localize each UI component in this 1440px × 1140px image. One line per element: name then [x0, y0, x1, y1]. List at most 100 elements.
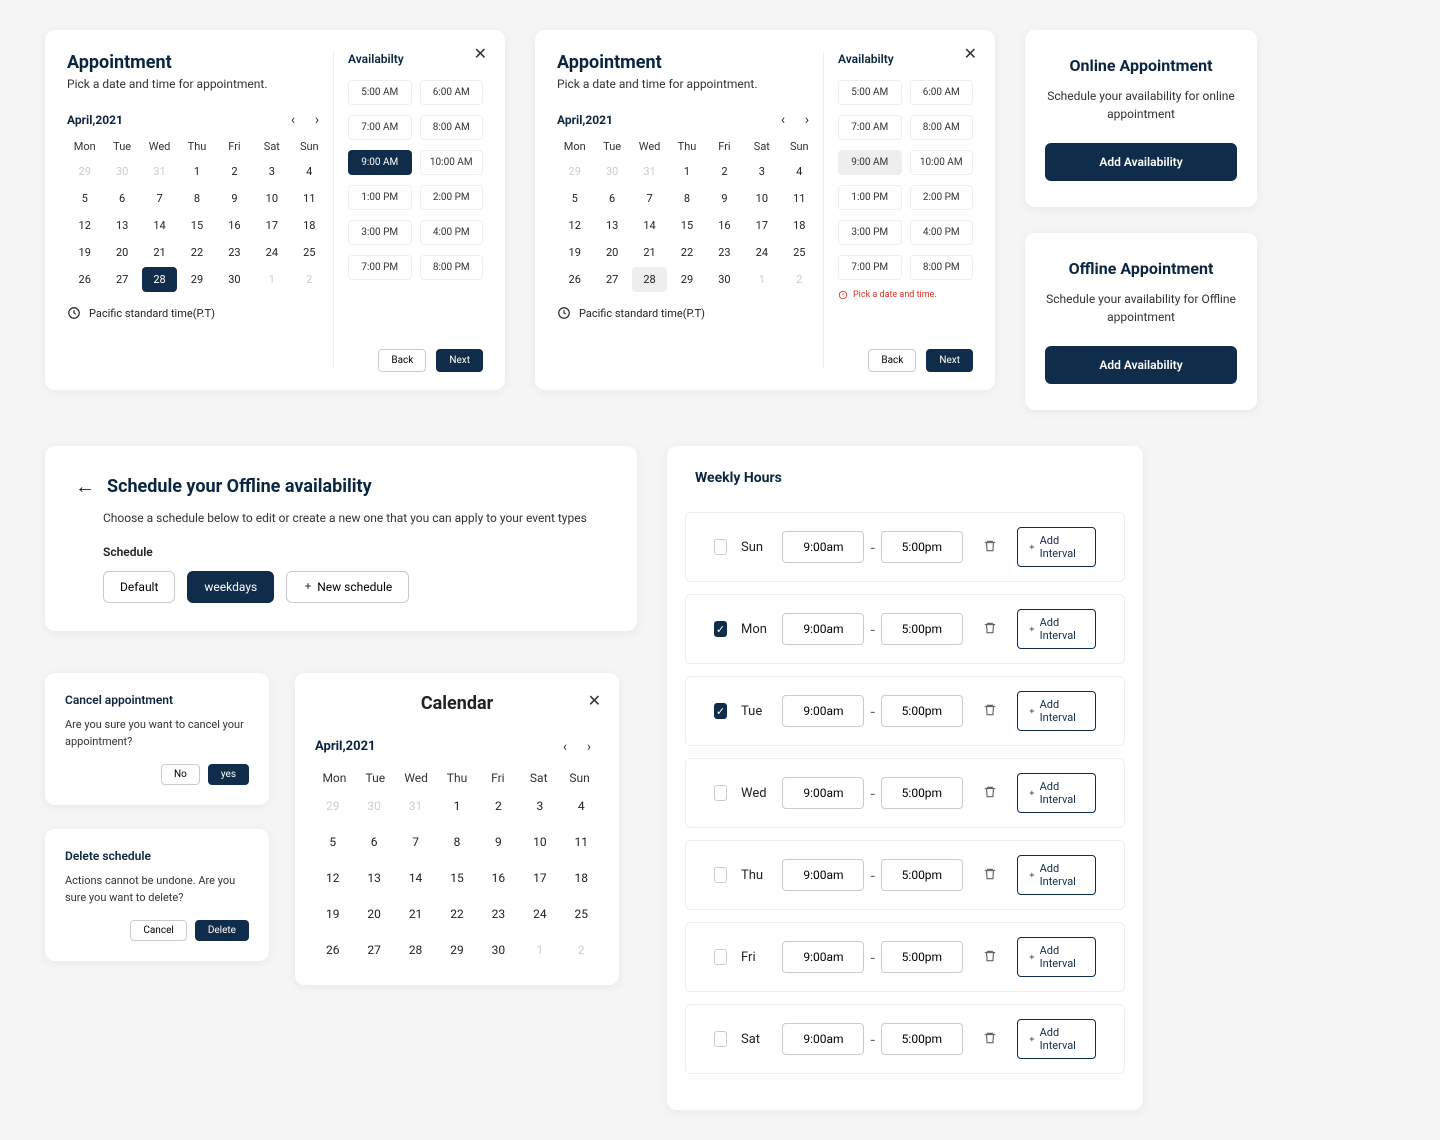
calendar-day[interactable]: 11 — [292, 186, 327, 211]
calendar-day[interactable]: 16 — [217, 213, 252, 238]
back-button[interactable]: Back — [868, 349, 916, 372]
calendar-day[interactable]: 7 — [632, 186, 667, 211]
calendar-day[interactable]: 9 — [217, 186, 252, 211]
calendar-day[interactable]: 23 — [217, 240, 252, 265]
calendar-day[interactable]: 20 — [594, 240, 629, 265]
calendar-day[interactable]: 6 — [356, 827, 391, 857]
time-slot[interactable]: 7:00 AM — [348, 115, 412, 140]
time-slot[interactable]: 9:00 AM — [348, 150, 412, 175]
calendar-day[interactable]: 20 — [356, 899, 391, 929]
calendar-day[interactable]: 14 — [632, 213, 667, 238]
calendar-day[interactable]: 12 — [67, 213, 102, 238]
calendar-day[interactable]: 17 — [522, 863, 557, 893]
calendar-day[interactable]: 12 — [315, 863, 350, 893]
add-availability-offline-button[interactable]: Add Availability — [1045, 346, 1237, 384]
time-slot[interactable]: 8:00 AM — [420, 115, 484, 140]
calendar-day[interactable]: 27 — [104, 267, 139, 292]
calendar-day[interactable]: 9 — [481, 827, 516, 857]
time-slot[interactable]: 5:00 AM — [838, 80, 902, 105]
calendar-day[interactable]: 10 — [522, 827, 557, 857]
calendar-day[interactable]: 18 — [782, 213, 817, 238]
time-slot[interactable]: 6:00 AM — [420, 80, 484, 105]
end-time-input[interactable] — [881, 777, 963, 809]
calendar-day[interactable]: 14 — [142, 213, 177, 238]
end-time-input[interactable] — [881, 941, 963, 973]
add-interval-button[interactable]: Add Interval — [1017, 609, 1096, 649]
calendar-day[interactable]: 30 — [217, 267, 252, 292]
calendar-day[interactable]: 13 — [594, 213, 629, 238]
end-time-input[interactable] — [881, 613, 963, 645]
cancel-no-button[interactable]: No — [161, 764, 200, 785]
calendar-day[interactable]: 1 — [669, 159, 704, 184]
calendar-day[interactable]: 15 — [669, 213, 704, 238]
calendar-day[interactable]: 26 — [67, 267, 102, 292]
schedule-chip-weekdays[interactable]: weekdays — [187, 571, 274, 603]
calendar-day[interactable]: 29 — [439, 935, 474, 965]
time-slot[interactable]: 7:00 PM — [348, 255, 412, 280]
calendar-day[interactable]: 4 — [782, 159, 817, 184]
calendar-day[interactable]: 7 — [142, 186, 177, 211]
calendar-day[interactable]: 24 — [744, 240, 779, 265]
calendar-day[interactable]: 15 — [179, 213, 214, 238]
trash-icon[interactable] — [983, 1030, 997, 1049]
calendar-day[interactable]: 1 — [439, 791, 474, 821]
calendar-day[interactable]: 11 — [564, 827, 599, 857]
calendar-day[interactable]: 6 — [594, 186, 629, 211]
chevron-right-icon[interactable]: › — [307, 110, 327, 130]
end-time-input[interactable] — [881, 859, 963, 891]
calendar-day[interactable]: 8 — [179, 186, 214, 211]
chevron-left-icon[interactable]: ‹ — [555, 737, 575, 757]
trash-icon[interactable] — [983, 538, 997, 557]
time-slot[interactable]: 8:00 AM — [910, 115, 974, 140]
calendar-day[interactable]: 20 — [104, 240, 139, 265]
arrow-left-icon[interactable]: ← — [75, 474, 95, 499]
time-slot[interactable]: 6:00 AM — [910, 80, 974, 105]
trash-icon[interactable] — [983, 620, 997, 639]
schedule-chip-default[interactable]: Default — [103, 571, 175, 603]
calendar-day[interactable]: 21 — [398, 899, 433, 929]
add-availability-online-button[interactable]: Add Availability — [1045, 143, 1237, 181]
cancel-yes-button[interactable]: yes — [208, 764, 249, 785]
day-checkbox[interactable]: ✓ — [714, 621, 727, 637]
add-interval-button[interactable]: Add Interval — [1017, 691, 1096, 731]
day-checkbox[interactable] — [714, 949, 727, 965]
calendar-day[interactable]: 15 — [439, 863, 474, 893]
calendar-day[interactable]: 2 — [217, 159, 252, 184]
calendar-day[interactable]: 2 — [481, 791, 516, 821]
add-interval-button[interactable]: Add Interval — [1017, 937, 1096, 977]
chevron-right-icon[interactable]: › — [797, 110, 817, 130]
time-slot[interactable]: 10:00 AM — [420, 150, 484, 175]
calendar-day[interactable]: 14 — [398, 863, 433, 893]
end-time-input[interactable] — [881, 1023, 963, 1055]
calendar-day[interactable]: 22 — [179, 240, 214, 265]
day-checkbox[interactable]: ✓ — [714, 703, 727, 719]
calendar-day[interactable]: 3 — [522, 791, 557, 821]
start-time-input[interactable] — [782, 859, 864, 891]
start-time-input[interactable] — [782, 941, 864, 973]
time-slot[interactable]: 5:00 AM — [348, 80, 412, 105]
delete-confirm-button[interactable]: Delete — [195, 920, 249, 941]
time-slot[interactable]: 2:00 PM — [910, 185, 974, 210]
trash-icon[interactable] — [983, 702, 997, 721]
calendar-day[interactable]: 6 — [104, 186, 139, 211]
time-slot[interactable]: 8:00 PM — [910, 255, 974, 280]
calendar-day[interactable]: 25 — [292, 240, 327, 265]
calendar-day[interactable]: 28 — [398, 935, 433, 965]
next-button[interactable]: Next — [926, 349, 973, 372]
calendar-day[interactable]: 10 — [254, 186, 289, 211]
calendar-day[interactable]: 8 — [439, 827, 474, 857]
calendar-day[interactable]: 13 — [356, 863, 391, 893]
calendar-day[interactable]: 30 — [481, 935, 516, 965]
time-slot[interactable]: 2:00 PM — [420, 185, 484, 210]
start-time-input[interactable] — [782, 695, 864, 727]
calendar-day[interactable]: 21 — [632, 240, 667, 265]
calendar-day[interactable]: 27 — [594, 267, 629, 292]
calendar-day[interactable]: 5 — [557, 186, 592, 211]
end-time-input[interactable] — [881, 695, 963, 727]
add-interval-button[interactable]: Add Interval — [1017, 773, 1096, 813]
add-interval-button[interactable]: Add Interval — [1017, 1019, 1096, 1059]
time-slot[interactable]: 1:00 PM — [348, 185, 412, 210]
time-slot[interactable]: 10:00 AM — [910, 150, 974, 175]
calendar-day[interactable]: 24 — [522, 899, 557, 929]
calendar-day[interactable]: 28 — [632, 267, 667, 292]
